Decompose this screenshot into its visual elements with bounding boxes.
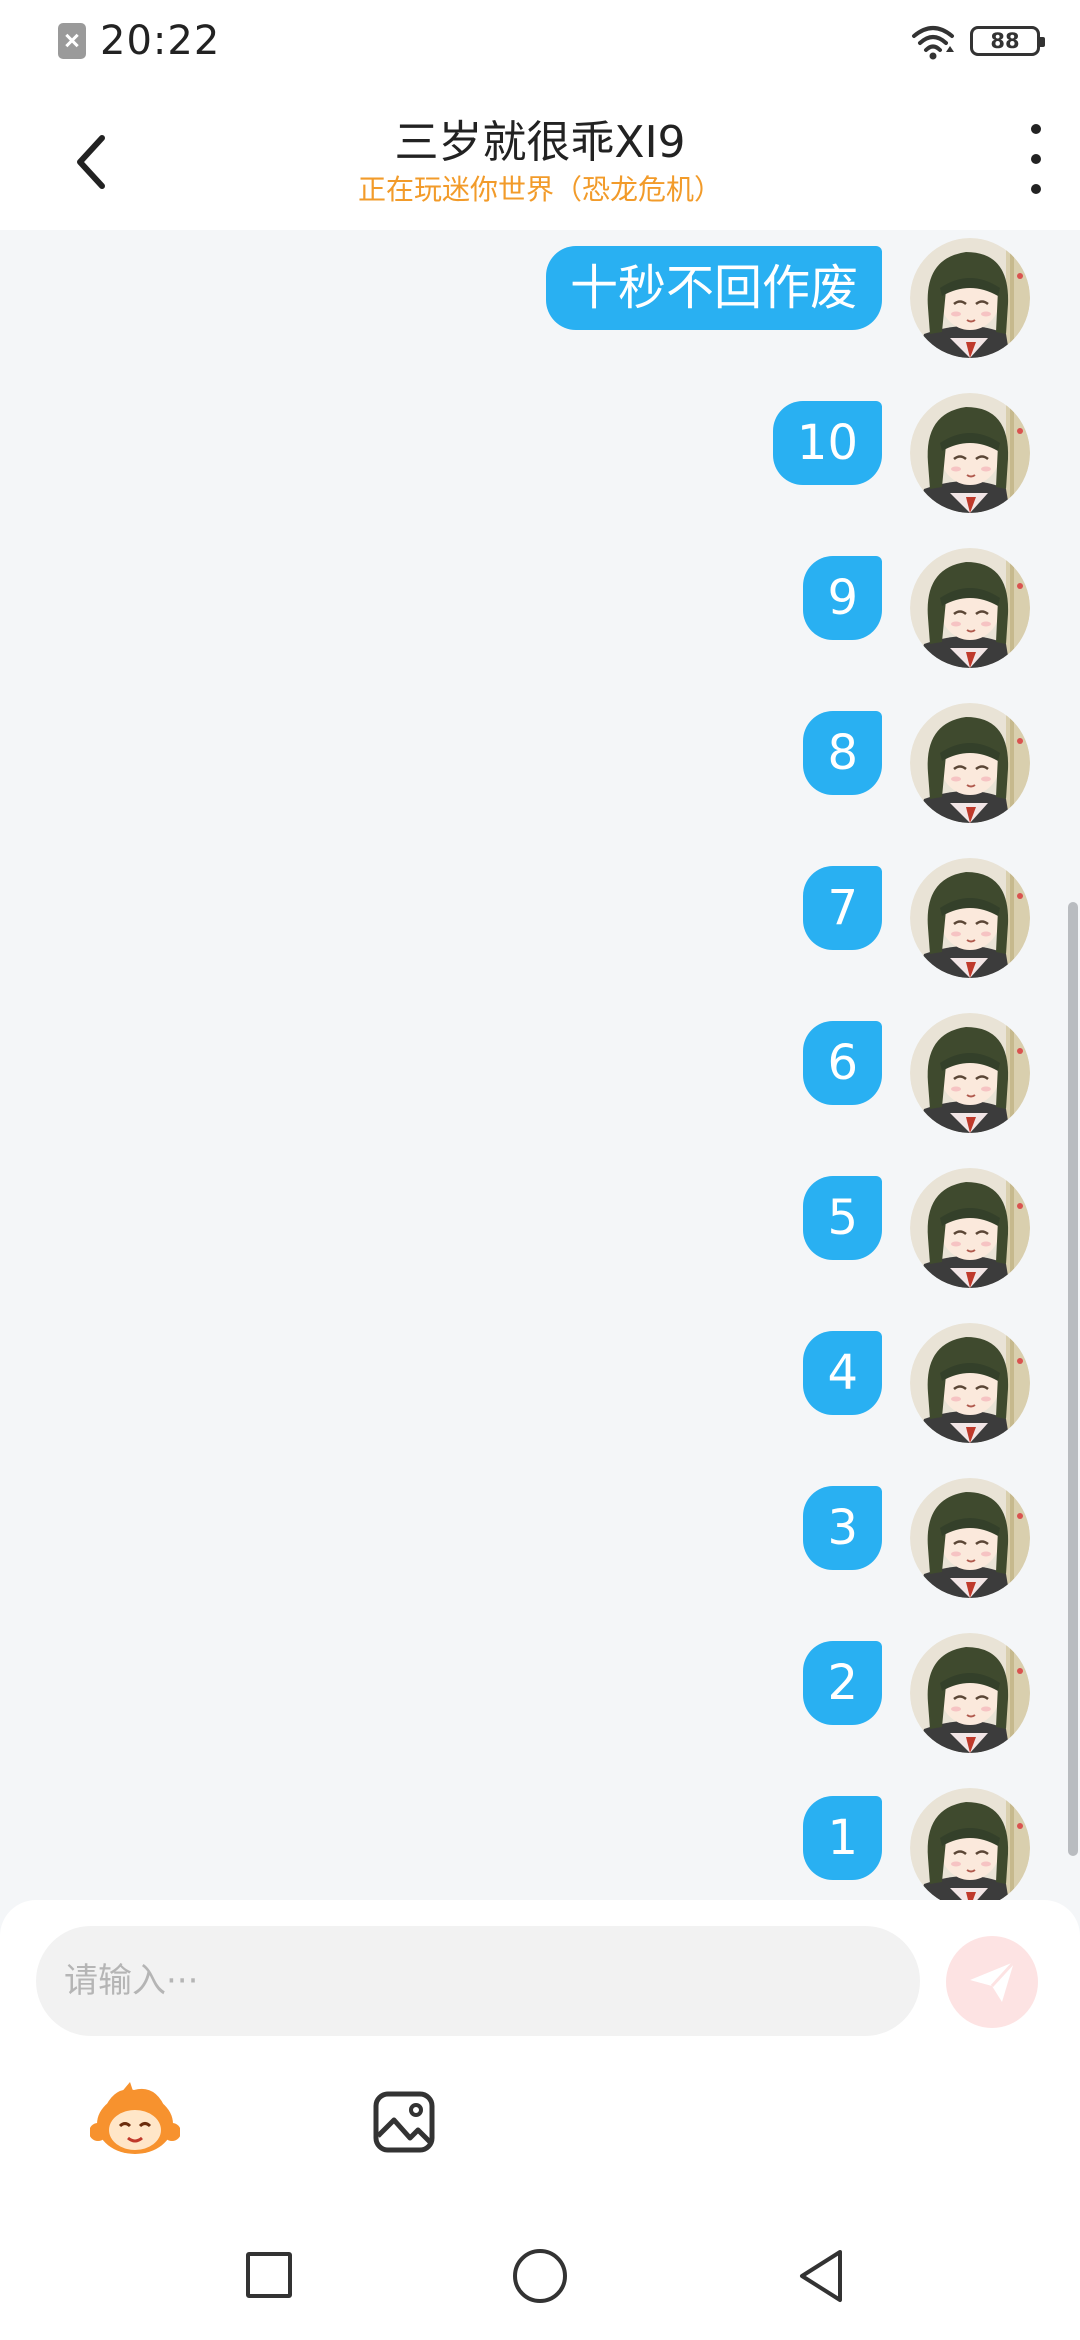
message-row: 10 xyxy=(772,393,1030,513)
message-row: 十秒不回作废 xyxy=(545,238,1030,358)
mascot-emoji-icon[interactable] xyxy=(89,2080,181,2160)
more-icon[interactable] xyxy=(1018,124,1054,194)
back-icon[interactable] xyxy=(796,2248,846,2304)
message-row: 3 xyxy=(803,1478,1030,1598)
message-row: 2 xyxy=(803,1633,1030,1753)
message-bubble[interactable]: 8 xyxy=(803,711,882,795)
message-bubble[interactable]: 1 xyxy=(803,1796,882,1880)
avatar[interactable] xyxy=(910,548,1030,668)
avatar[interactable] xyxy=(910,1013,1030,1133)
chat-subtitle: 正在玩迷你世界（恐龙危机） xyxy=(357,173,722,206)
message-bubble[interactable]: 4 xyxy=(803,1331,882,1415)
avatar[interactable] xyxy=(910,238,1030,358)
battery-level: 88 xyxy=(990,29,1020,53)
message-input[interactable]: 请输入··· xyxy=(36,1926,920,2036)
message-bubble[interactable]: 十秒不回作废 xyxy=(545,246,882,330)
battery-icon: 88 xyxy=(970,26,1045,56)
system-nav-bar xyxy=(0,2200,1080,2340)
message-row: 9 xyxy=(803,548,1030,668)
chat-header: 三岁就很乖XI9 正在玩迷你世界（恐龙危机） xyxy=(0,84,1080,230)
message-bubble[interactable]: 6 xyxy=(803,1021,882,1105)
wifi-icon xyxy=(910,22,956,60)
send-button[interactable] xyxy=(946,1936,1038,2028)
avatar[interactable] xyxy=(910,1323,1030,1443)
message-bubble[interactable]: 10 xyxy=(772,401,882,485)
message-row: 1 xyxy=(803,1788,1030,1900)
message-list[interactable]: 十秒不回作废 10 9 8 7 6 5 4 3 2 1 xyxy=(0,230,1080,1900)
message-row: 7 xyxy=(803,858,1030,978)
avatar[interactable] xyxy=(910,858,1030,978)
composer-panel: 请输入··· xyxy=(0,1900,1080,2200)
message-bubble[interactable]: 9 xyxy=(803,556,882,640)
image-icon[interactable] xyxy=(372,2090,436,2154)
sim-missing-icon xyxy=(58,23,86,59)
message-row: 8 xyxy=(803,703,1030,823)
message-bubble[interactable]: 7 xyxy=(803,866,882,950)
message-bubble[interactable]: 5 xyxy=(803,1176,882,1260)
chat-title: 三岁就很乖XI9 xyxy=(394,117,686,168)
avatar[interactable] xyxy=(910,1478,1030,1598)
recent-apps-icon[interactable] xyxy=(246,2252,292,2298)
avatar[interactable] xyxy=(910,1168,1030,1288)
avatar[interactable] xyxy=(910,1788,1030,1900)
avatar[interactable] xyxy=(910,703,1030,823)
avatar[interactable] xyxy=(910,1633,1030,1753)
status-bar: 20:22 88 xyxy=(0,0,1080,84)
home-icon[interactable] xyxy=(513,2249,567,2303)
message-row: 4 xyxy=(803,1323,1030,1443)
send-icon xyxy=(970,1960,1016,2002)
message-bubble[interactable]: 3 xyxy=(803,1486,882,1570)
avatar[interactable] xyxy=(910,393,1030,513)
message-row: 5 xyxy=(803,1168,1030,1288)
message-bubble[interactable]: 2 xyxy=(803,1641,882,1725)
message-row: 6 xyxy=(803,1013,1030,1133)
scrollbar[interactable] xyxy=(1068,902,1078,1856)
status-time: 20:22 xyxy=(100,18,221,64)
